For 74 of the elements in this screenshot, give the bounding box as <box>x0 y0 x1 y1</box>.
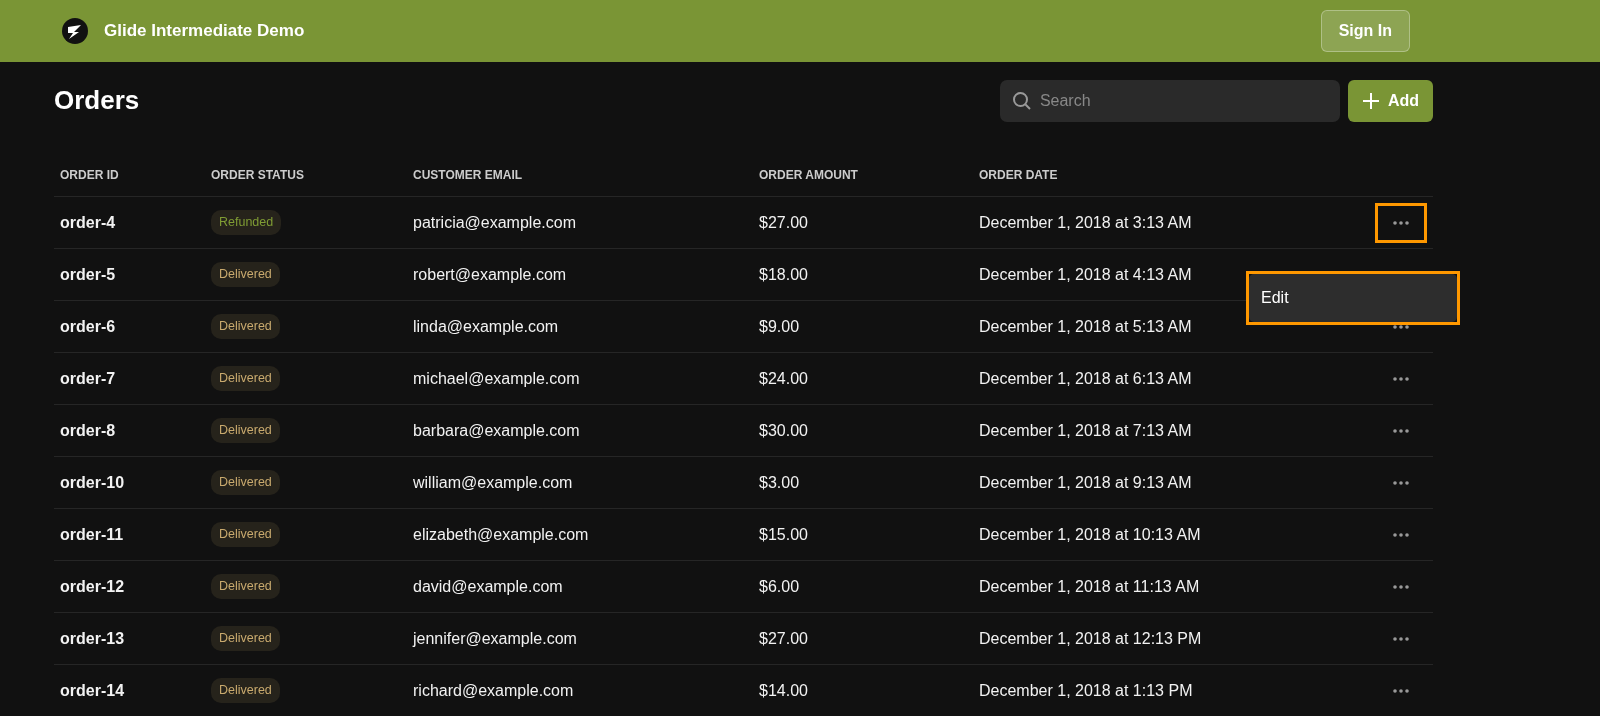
column-header: ORDER AMOUNT <box>759 168 858 182</box>
order-date: December 1, 2018 at 7:13 AM <box>979 420 1192 441</box>
order-amount: $24.00 <box>759 368 808 389</box>
customer-email: michael@example.com <box>413 368 580 389</box>
ellipsis-icon <box>1393 688 1409 693</box>
ellipsis-icon <box>1393 480 1409 485</box>
menu-item[interactable]: Edit <box>1249 274 1457 322</box>
order-id: order-5 <box>60 264 116 285</box>
order-id: order-6 <box>60 316 116 337</box>
search-field[interactable]: Search <box>999 80 1340 122</box>
order-date: December 1, 2018 at 9:13 AM <box>979 472 1192 493</box>
ellipsis-icon <box>1393 220 1409 225</box>
order-id: order-8 <box>60 420 116 441</box>
customer-email: richard@example.com <box>413 680 574 701</box>
order-id: order-12 <box>60 576 125 597</box>
status-badge: Delivered <box>211 418 280 443</box>
ellipsis-icon <box>1393 428 1409 433</box>
status-badge: Delivered <box>211 574 280 599</box>
ellipsis-icon <box>1393 636 1409 641</box>
order-id: order-11 <box>60 524 124 545</box>
column-header: ORDER STATUS <box>211 168 304 182</box>
order-amount: $27.00 <box>759 628 808 649</box>
status-badge: Delivered <box>211 314 280 339</box>
customer-email: william@example.com <box>413 472 573 493</box>
more-button[interactable] <box>1375 202 1427 243</box>
order-amount: $30.00 <box>759 420 808 441</box>
order-id: order-13 <box>60 628 125 649</box>
status-badge: Delivered <box>211 522 280 547</box>
status-badge: Delivered <box>211 626 280 651</box>
plus-icon <box>1361 92 1380 110</box>
ellipsis-icon <box>1393 376 1409 381</box>
order-amount: $3.00 <box>759 472 800 493</box>
order-id: order-4 <box>60 212 116 233</box>
customer-email: barbara@example.com <box>413 420 580 441</box>
customer-email: david@example.com <box>413 576 563 597</box>
status-badge: Delivered <box>211 262 280 287</box>
add-button[interactable]: Add <box>1347 80 1433 122</box>
status-badge: Delivered <box>211 678 280 703</box>
customer-email: robert@example.com <box>413 264 567 285</box>
sign-in-button[interactable]: Sign In <box>1320 10 1410 52</box>
customer-email: jennifer@example.com <box>413 628 577 649</box>
order-id: order-7 <box>60 368 116 389</box>
ellipsis-icon <box>1393 584 1409 589</box>
status-badge: Refunded <box>211 210 282 235</box>
order-amount: $9.00 <box>759 316 800 337</box>
app-title: Glide Intermediate Demo <box>104 20 305 43</box>
order-date: December 1, 2018 at 5:13 AM <box>979 316 1192 337</box>
order-date: December 1, 2018 at 12:13 PM <box>979 628 1202 649</box>
order-id: order-10 <box>60 472 125 493</box>
customer-email: elizabeth@example.com <box>413 524 589 545</box>
order-amount: $6.00 <box>759 576 800 597</box>
order-amount: $15.00 <box>759 524 808 545</box>
column-header: ORDER ID <box>60 168 119 182</box>
status-badge: Delivered <box>211 366 280 391</box>
order-date: December 1, 2018 at 4:13 AM <box>979 264 1192 285</box>
order-date: December 1, 2018 at 11:13 AM <box>979 576 1200 597</box>
customer-email: linda@example.com <box>413 316 559 337</box>
order-amount: $14.00 <box>759 680 808 701</box>
order-date: December 1, 2018 at 10:13 AM <box>979 524 1201 545</box>
status-badge: Delivered <box>211 470 280 495</box>
order-date: December 1, 2018 at 3:13 AM <box>979 212 1192 233</box>
column-header: CUSTOMER EMAIL <box>413 168 523 182</box>
ellipsis-icon <box>1393 324 1409 329</box>
order-amount: $27.00 <box>759 212 808 233</box>
order-id: order-14 <box>60 680 125 701</box>
customer-email: patricia@example.com <box>413 212 576 233</box>
ellipsis-icon <box>1393 532 1409 537</box>
search-icon <box>1011 91 1032 111</box>
order-amount: $18.00 <box>759 264 808 285</box>
logo-icon <box>62 18 88 44</box>
order-date: December 1, 2018 at 1:13 PM <box>979 680 1193 701</box>
page-title: Orders <box>54 85 140 117</box>
order-date: December 1, 2018 at 6:13 AM <box>979 368 1192 389</box>
column-header: ORDER DATE <box>979 168 1058 182</box>
